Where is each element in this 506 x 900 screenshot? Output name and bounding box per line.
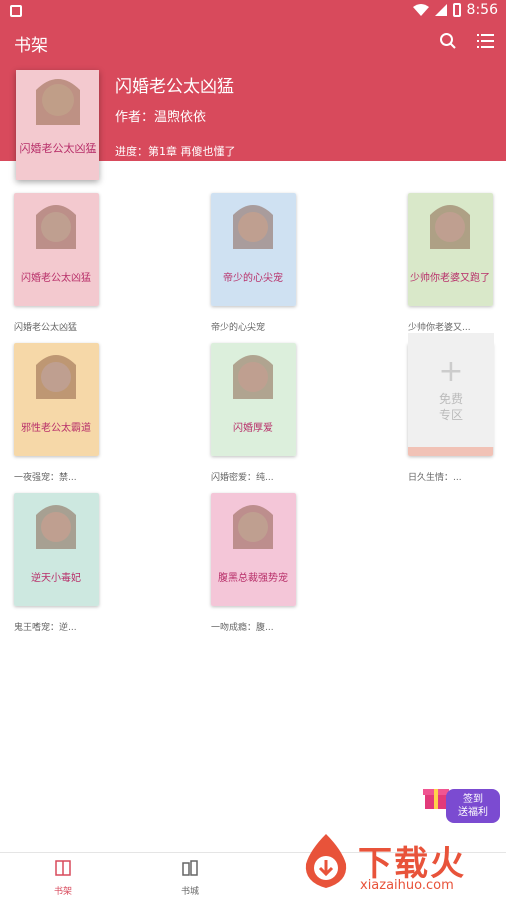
book-item[interactable]: 闪婚老公太凶猛 闪婚老公太凶猛 [14,193,114,333]
nav-bookstore[interactable]: 书城 [160,859,220,897]
flame-logo-icon [305,834,347,888]
book-item[interactable]: 逆天小毒妃鬼王嗜宠：逆... [14,493,114,633]
current-book-author: 作者：温煦依依 [115,106,206,125]
current-book-title: 闪婚老公太凶猛 [115,77,234,97]
sign-in-label: 签到 送福利 [446,789,500,823]
book-cover[interactable]: 帝少的心尖宠 [211,193,296,306]
book-cover[interactable]: 闪婚老公太凶猛 [14,193,99,306]
author-label: 作者： [115,110,155,125]
sign-in-line1: 签到 [463,794,483,805]
free-zone-tile[interactable]: + 免费 专区 [408,333,494,447]
book-cover-text: 腹黑总裁强势宠 [218,571,288,584]
book-item[interactable]: 少帅你老婆又跑了 少帅你老婆又... [408,193,506,333]
status-icons: 8:56 [412,2,498,18]
book-item[interactable]: 帝少的心尖宠 帝少的心尖宠 [211,193,311,333]
search-icon [440,33,456,49]
sign-in-line2: 送福利 [458,807,488,818]
list-menu-icon [477,34,494,48]
reading-progress: 进度：第1章 再傻也懂了 [115,145,236,158]
status-time: 8:56 [466,2,498,18]
nav-bookshelf[interactable]: 书架 [33,859,93,897]
book-title: 帝少的心尖宠 [211,323,266,333]
book-cover-text: 帝少的心尖宠 [223,271,283,284]
add-icon: + [438,354,464,389]
book-cover-text: 少帅你老婆又跑了 [410,271,490,284]
book-cover[interactable]: 逆天小毒妃 [14,493,99,606]
wifi-icon [412,4,429,16]
notification-icon [10,5,22,17]
page-title: 书架 [14,36,48,56]
sign-in-badge[interactable]: 签到 送福利 [420,775,500,825]
book-cover-text: 闪婚老公太凶猛 [21,271,91,284]
watermark-sub: xiazaihuo.com [360,878,454,893]
book-item[interactable]: 闪婚厚爱闪婚密爱：纯... [211,343,311,483]
nav-bookstore-label: 书城 [180,887,199,897]
status-bar: 8:56 [0,0,506,22]
current-book-cover-text: 闪婚老公太凶猛 [20,141,97,155]
book-cover[interactable]: 邪性老公太霸道 [14,343,99,456]
free-zone-label: 免费 专区 [439,391,463,423]
bookshelf-icon [55,860,71,876]
battery-icon [452,3,461,17]
book-title: 一吻成瘾：腹... [211,623,274,633]
signal-icon [434,4,447,16]
app-bar: 书架 [0,22,506,64]
book-title: 一夜强宠：禁... [14,473,77,483]
menu-button[interactable] [476,31,496,51]
app-actions [438,31,496,51]
book-title: 闪婚密爱：纯... [211,473,274,483]
book-cover[interactable]: 腹黑总裁强势宠 [211,493,296,606]
book-item[interactable]: 邪性老公太霸道一夜强宠：禁... [14,343,114,483]
book-title: 鬼王嗜宠：逆... [14,623,77,633]
free-zone-line2: 专区 [438,408,463,422]
watermark-logo: 下载火 xiazaihuo.com [298,830,506,900]
book-title: 日久生情：... [408,473,462,483]
book-cover-text: 邪性老公太霸道 [21,421,91,434]
author-name: 温煦依依 [154,110,207,125]
book-cover[interactable]: 少帅你老婆又跑了 [408,193,493,306]
nav-bookshelf-label: 书架 [53,887,72,897]
book-cover-text: 逆天小毒妃 [31,571,81,584]
free-zone-line1: 免费 [438,392,463,406]
bookstore-icon [182,860,198,876]
book-cover-text: 闪婚厚爱 [233,421,273,434]
book-item[interactable]: 腹黑总裁强势宠一吻成瘾：腹... [211,493,311,633]
book-title: 少帅你老婆又... [408,323,471,333]
search-button[interactable] [438,31,458,51]
book-title: 闪婚老公太凶猛 [14,323,78,333]
book-cover[interactable]: 闪婚厚爱 [211,343,296,456]
current-book-cover[interactable]: 闪婚老公太凶猛 [16,70,99,180]
